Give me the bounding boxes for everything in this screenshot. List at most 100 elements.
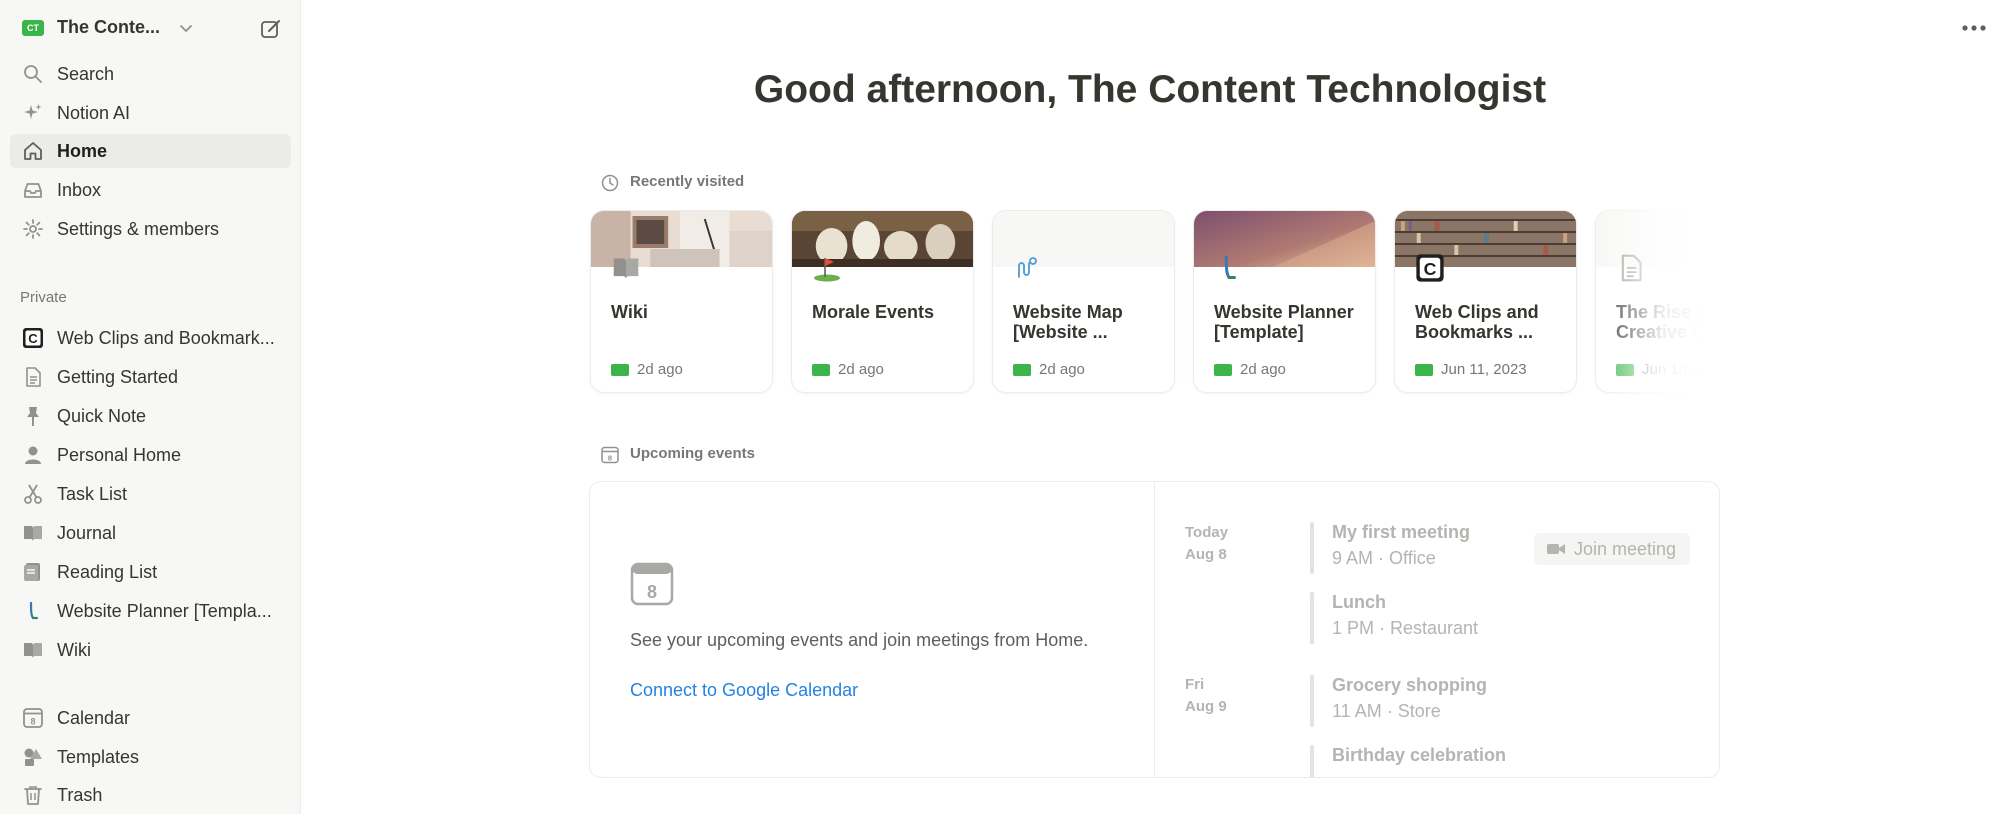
sidebar-item-personal-home[interactable]: Personal Home [10, 438, 291, 472]
clock-icon [600, 173, 620, 193]
pin-icon [22, 405, 44, 427]
recent-card-web-clips[interactable]: C Web Clips and Bookmarks ... Jun 11, 20… [1394, 210, 1577, 393]
day-label-fri: Fri Aug 9 [1185, 676, 1227, 715]
sidebar-item-inbox[interactable]: Inbox [10, 173, 291, 207]
upcoming-events-panel: 8 See your upcoming events and join meet… [589, 481, 1720, 778]
books-icon [22, 561, 44, 583]
inbox-icon [22, 179, 44, 201]
recent-card-rise-creative-class[interactable]: The Rise of the Creative Cla... Jun 10, … [1595, 210, 1748, 393]
svg-text:C: C [28, 331, 38, 346]
events-empty-state: 8 See your upcoming events and join meet… [590, 482, 1155, 777]
map-path-icon [1013, 253, 1043, 283]
chevron-down-icon[interactable] [176, 18, 196, 38]
page-title: Good afternoon, The Content Technologist [753, 68, 1547, 111]
sprout-icon [1214, 253, 1244, 283]
workspace-badge-icon [812, 364, 830, 376]
sidebar-item-website-planner[interactable]: Website Planner [Templa... [10, 594, 291, 628]
sidebar-item-label: Web Clips and Bookmark... [57, 328, 275, 348]
calendar-icon: 8 [630, 562, 674, 606]
card-title: Morale Events [812, 302, 935, 322]
card-timestamp: 2d ago [637, 361, 683, 378]
workspace-switcher[interactable]: CT The Conte... [0, 10, 301, 46]
card-timestamp: 2d ago [1240, 361, 1286, 378]
sidebar-item-reading-list[interactable]: Reading List [10, 555, 291, 589]
sidebar-item-label: Journal [57, 523, 117, 543]
recent-card-wiki[interactable]: Wiki 2d ago [590, 210, 773, 393]
sidebar-item-label: Task List [57, 484, 128, 504]
join-meeting-button[interactable]: Join meeting [1534, 533, 1690, 565]
event-title: Lunch [1332, 592, 1386, 612]
page-icon [1616, 253, 1646, 283]
sidebar-item-label: Search [57, 64, 115, 84]
sidebar-item-calendar[interactable]: 8 Calendar [10, 701, 291, 735]
sidebar-item-label: Home [57, 141, 108, 161]
card-title: Website Map [Website ... [1013, 302, 1123, 342]
workspace-badge-icon [1013, 364, 1031, 376]
event-bar [1310, 592, 1314, 644]
card-timestamp: 2d ago [838, 361, 884, 378]
scissors-icon [22, 483, 44, 505]
connect-google-calendar-link[interactable]: Connect to Google Calendar [630, 680, 858, 701]
recent-card-website-map[interactable]: Website Map [Website ... 2d ago [992, 210, 1175, 393]
sidebar-item-task-list[interactable]: Task List [10, 477, 291, 511]
trash-icon [22, 784, 44, 806]
sidebar-item-quick-note[interactable]: Quick Note [10, 399, 291, 433]
event-subtitle: 1 PM · Restaurant [1332, 618, 1479, 638]
day-label-today: Today Aug 8 [1185, 524, 1229, 563]
sidebar-item-web-clips[interactable]: C Web Clips and Bookmark... [10, 321, 291, 355]
more-options-button[interactable] [1958, 14, 1990, 42]
sidebar-item-settings[interactable]: Settings & members [10, 212, 291, 246]
event-bar [1310, 675, 1314, 727]
sidebar-item-label: Settings & members [57, 219, 220, 239]
ellipsis-icon [1962, 25, 1986, 31]
event-subtitle: 9 AM · Office [1332, 548, 1436, 568]
sidebar: CT The Conte... Search Notion AI Home In… [0, 0, 301, 814]
svg-text:8: 8 [608, 454, 612, 463]
card-timestamp: Jun 11, 2023 [1441, 361, 1527, 378]
join-meeting-label: Join meeting [1574, 539, 1677, 559]
book-icon [22, 522, 44, 544]
recent-card-morale-events[interactable]: Morale Events 2d ago [791, 210, 974, 393]
new-page-icon[interactable] [258, 16, 284, 42]
svg-text:8: 8 [647, 582, 657, 602]
event-title: My first meeting [1332, 522, 1471, 542]
event-title: Birthday celebration [1332, 745, 1507, 765]
sidebar-item-label: Notion AI [57, 103, 131, 123]
sidebar-item-search[interactable]: Search [10, 57, 291, 91]
card-timestamp: 2d ago [1039, 361, 1085, 378]
private-section-label[interactable]: Private [20, 289, 67, 306]
section-title: Upcoming events [630, 445, 756, 462]
card-title: Website Planner [Template] [1214, 302, 1354, 342]
gear-icon [22, 218, 44, 240]
sidebar-item-templates[interactable]: Templates [10, 740, 291, 774]
person-icon [22, 444, 44, 466]
sidebar-item-notion-ai[interactable]: Notion AI [10, 96, 291, 130]
sidebar-item-journal[interactable]: Journal [10, 516, 291, 550]
sidebar-item-label: Reading List [57, 562, 158, 582]
calendar-icon: 8 [22, 707, 44, 729]
svg-text:8: 8 [30, 717, 35, 727]
golf-icon [812, 253, 842, 283]
event-title: Grocery shopping [1332, 675, 1488, 695]
recent-card-website-planner[interactable]: Website Planner [Template] 2d ago [1193, 210, 1376, 393]
card-title: Web Clips and Bookmarks ... [1415, 302, 1539, 342]
sidebar-item-wiki[interactable]: Wiki [10, 633, 291, 667]
workspace-badge-icon [1616, 364, 1634, 376]
event-bar [1310, 745, 1314, 777]
sidebar-item-label: Trash [57, 785, 103, 805]
sidebar-item-getting-started[interactable]: Getting Started [10, 360, 291, 394]
workspace-badge-icon [1214, 364, 1232, 376]
workspace-name: The Conte... [57, 17, 160, 37]
sidebar-item-home[interactable]: Home [10, 134, 291, 168]
event-bar [1310, 522, 1314, 574]
home-icon [22, 140, 44, 162]
card-title: The Rise of the Creative Cla... [1616, 302, 1746, 342]
search-icon [22, 63, 44, 85]
sidebar-item-trash[interactable]: Trash [10, 778, 291, 812]
book-icon [611, 253, 641, 283]
video-camera-icon [1546, 541, 1566, 557]
c-logo-icon: C [1415, 253, 1445, 283]
event-subtitle: 11 AM · Store [1332, 701, 1441, 721]
shapes-icon [22, 746, 44, 768]
sidebar-item-label: Inbox [57, 180, 102, 200]
